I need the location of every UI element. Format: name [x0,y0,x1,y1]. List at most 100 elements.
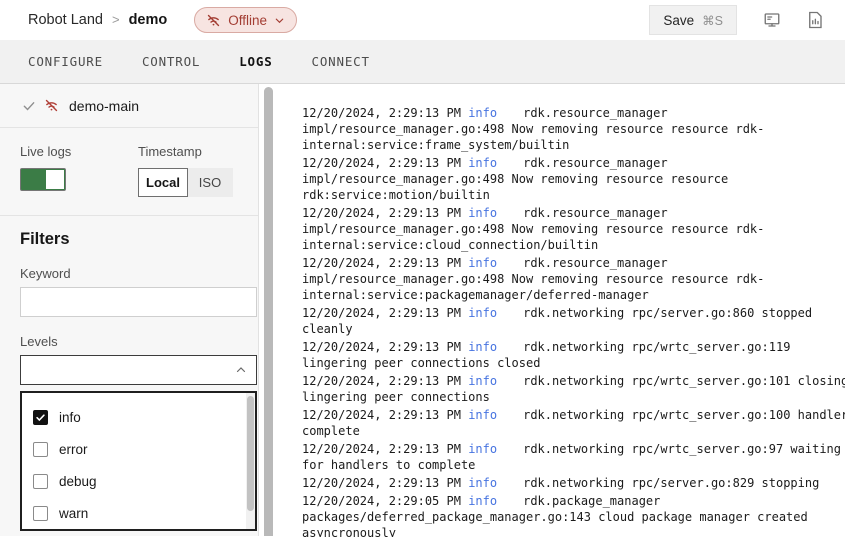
filters-title: Filters [20,230,238,249]
keyword-label: Keyword [20,266,238,281]
log-level: info [468,408,497,422]
log-entry: 12/20/2024, 2:29:13 PM info rdk.resource_… [302,105,845,153]
log-message: packages/deferred_package_manager.go:143… [302,510,808,537]
level-option-error[interactable]: error [22,433,255,465]
log-timestamp: 12/20/2024, 2:29:13 PM [302,340,461,354]
toggle-knob [46,170,64,189]
levels-dropdown: info error debug warn [20,391,257,531]
log-level: info [468,494,497,508]
checkbox-checked-icon[interactable] [33,410,48,425]
log-timestamp: 12/20/2024, 2:29:05 PM [302,494,461,508]
part-selector[interactable]: demo-main [0,84,258,128]
check-icon [22,99,36,113]
log-timestamp: 12/20/2024, 2:29:13 PM [302,442,461,456]
checkbox-icon[interactable] [33,442,48,457]
level-option-warn[interactable]: warn [22,497,255,529]
checkbox-icon[interactable] [33,474,48,489]
wifi-off-icon [44,98,59,113]
chevron-down-icon [274,15,285,26]
save-button[interactable]: Save ⌘S [649,5,737,35]
log-timestamp: 12/20/2024, 2:29:13 PM [302,408,461,422]
log-logger: rdk.networking [523,476,624,490]
report-document-icon[interactable] [807,11,823,29]
log-logger: rdk.package_manager [523,494,660,508]
log-logger: rdk.networking [523,306,624,320]
log-logger: rdk.networking [523,340,624,354]
log-logger: rdk.resource_manager [523,156,668,170]
log-timestamp: 12/20/2024, 2:29:13 PM [302,106,461,120]
log-logger: rdk.networking [523,408,624,422]
log-message: impl/resource_manager.go:498 Now removin… [302,272,764,302]
dropdown-scrollbar-thumb[interactable] [247,396,254,511]
part-name: demo-main [69,98,139,114]
log-logger: rdk.networking [523,374,624,388]
timestamp-local-button[interactable]: Local [138,168,188,197]
filters-section: Filters Keyword Levels info [0,216,258,531]
timestamp-format-switch: Local ISO [138,168,233,197]
log-timestamp: 12/20/2024, 2:29:13 PM [302,156,461,170]
log-level: info [468,442,497,456]
tab-bar: CONFIGURE CONTROL LOGS CONNECT [0,40,845,84]
checkbox-icon[interactable] [33,506,48,521]
level-option-info[interactable]: info [22,401,255,433]
tab-connect[interactable]: CONNECT [312,54,370,69]
machine-status-dropdown[interactable]: Offline [194,7,297,33]
log-entry: 12/20/2024, 2:29:13 PM infordk.networkin… [302,305,845,337]
log-entry: 12/20/2024, 2:29:13 PM info rdk.resource_… [302,155,845,203]
log-entry: 12/20/2024, 2:29:13 PM info rdk.resource_… [302,205,845,253]
breadcrumb-separator: > [112,12,120,27]
level-option-debug[interactable]: debug [22,465,255,497]
save-shortcut: ⌘S [702,13,723,28]
logs-sidebar: demo-main Live logs Timestamp Local ISO … [0,84,259,536]
log-level: info [468,256,497,270]
log-message: impl/resource_manager.go:498 Now removin… [302,122,764,152]
breadcrumb: Robot Land > demo Offline [28,7,297,33]
log-level: info [468,476,497,490]
top-bar-actions: Save ⌘S [649,5,823,35]
tab-control[interactable]: CONTROL [142,54,200,69]
live-logs-label: Live logs [20,144,138,159]
status-label: Offline [228,13,267,28]
log-timestamp: 12/20/2024, 2:29:13 PM [302,256,461,270]
log-entry: 12/20/2024, 2:29:13 PM info rdk.networkin… [302,339,845,371]
log-entry: 12/20/2024, 2:29:13 PM info rdk.networkin… [302,407,845,439]
log-level: info [468,206,497,220]
top-bar: Robot Land > demo Offline Save ⌘S [0,0,845,40]
breadcrumb-org[interactable]: Robot Land [28,12,103,28]
tab-logs[interactable]: LOGS [239,54,272,69]
log-message: impl/resource_manager.go:498 Now removin… [302,222,764,252]
log-level: info [468,156,497,170]
tab-configure[interactable]: CONFIGURE [28,54,103,69]
wifi-off-icon [206,13,221,28]
log-entry: 12/20/2024, 2:29:05 PM info rdk.package_m… [302,493,845,537]
log-level: info [468,106,497,120]
breadcrumb-machine[interactable]: demo [129,12,168,28]
log-controls: Live logs Timestamp Local ISO [0,128,258,216]
log-message: rpc/server.go:829 stopping [631,476,819,490]
levels-select[interactable] [20,355,257,385]
timestamp-iso-button[interactable]: ISO [188,168,233,197]
keyword-input[interactable] [20,287,257,317]
log-entry: 12/20/2024, 2:29:13 PM info rdk.resource_… [302,255,845,303]
log-timestamp: 12/20/2024, 2:29:13 PM [302,374,461,388]
log-entry: 12/20/2024, 2:29:13 PM info rdk.networkin… [302,475,845,491]
log-timestamp: 12/20/2024, 2:29:13 PM [302,206,461,220]
machine-monitor-icon[interactable] [763,11,781,29]
level-option-label: error [59,442,88,457]
live-logs-toggle[interactable] [20,168,66,191]
log-entry: 12/20/2024, 2:29:13 PM infordk.networkin… [302,373,845,405]
log-logger: rdk.resource_manager [523,256,668,270]
log-scrollbar-thumb[interactable] [264,87,273,536]
log-logger: rdk.resource_manager [523,106,668,120]
log-entry: 12/20/2024, 2:29:13 PM infordk.networkin… [302,441,845,473]
log-level: info [468,306,497,320]
level-option-clipped[interactable] [22,529,255,531]
log-logger: rdk.resource_manager [523,206,668,220]
log-level: info [468,340,497,354]
levels-label: Levels [20,334,238,349]
level-option-label: warn [59,506,88,521]
log-list: 12/20/2024, 2:29:13 PM info rdk.resource_… [302,105,845,537]
timestamp-label: Timestamp [138,144,233,159]
log-timestamp: 12/20/2024, 2:29:13 PM [302,476,461,490]
dropdown-scrollbar-track[interactable] [246,393,255,529]
